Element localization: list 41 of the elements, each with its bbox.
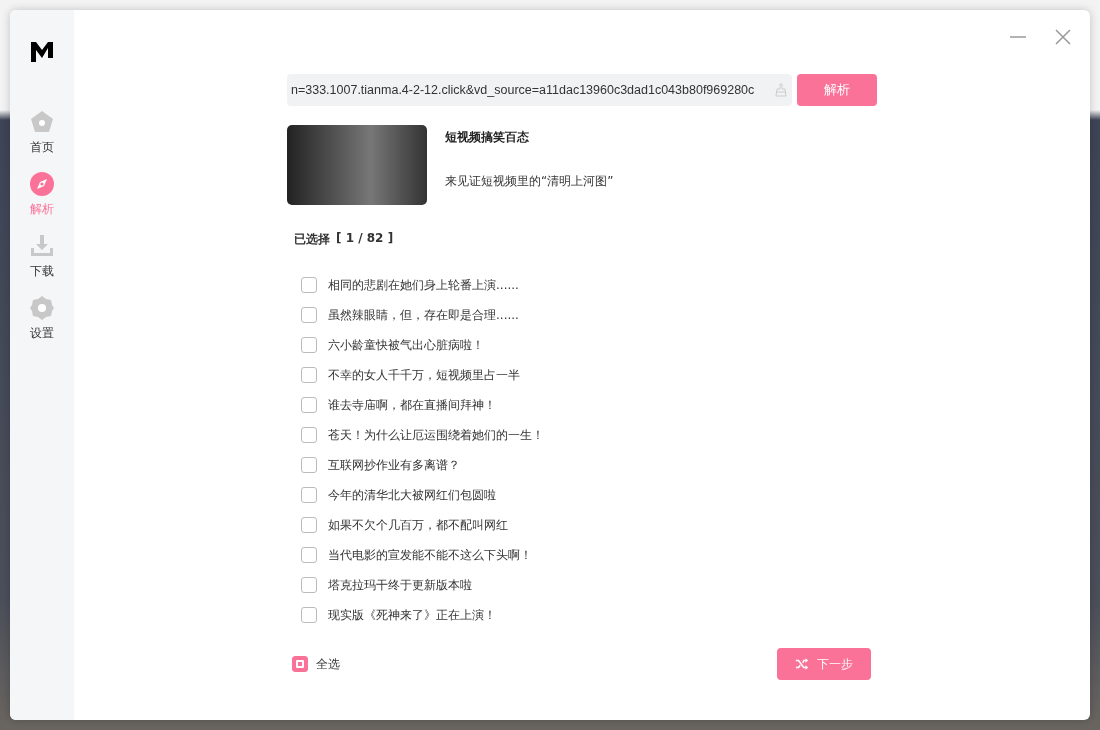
- shuffle-icon: [795, 657, 809, 671]
- episode-title: 现实版《死神来了》正在上演！: [328, 606, 496, 624]
- checkbox[interactable]: [301, 427, 317, 443]
- video-title: 短视频搞笑百态: [445, 129, 530, 146]
- video-description: 来见证短视频里的“清明上河图”: [445, 173, 614, 190]
- checkbox[interactable]: [301, 277, 317, 293]
- close-icon[interactable]: [1054, 28, 1072, 46]
- selected-count: [ 1 / 82 ]: [336, 231, 394, 247]
- episode-title: 虽然辣眼睛，但，存在即是合理......: [328, 306, 519, 324]
- sidebar-item[interactable]: 下载: [30, 234, 54, 280]
- episode-title: 互联网抄作业有多离谱？: [328, 456, 460, 474]
- pentagon-icon: [30, 110, 54, 134]
- episode-title: 如果不欠个几百万，都不配叫网红: [328, 516, 508, 534]
- broom-icon[interactable]: [774, 83, 788, 97]
- checkbox[interactable]: [301, 547, 317, 563]
- episode-title: 今年的清华北大被网红们包圆啦: [328, 486, 496, 504]
- checkbox[interactable]: [301, 607, 317, 623]
- episode-title: 当代电影的宣发能不能不这么下头啊！: [328, 546, 532, 564]
- url-field[interactable]: n=333.1007.tianma.4-2-12.click&vd_source=a11dac13960c3dad1c043b80f969280c: [287, 74, 792, 106]
- settings-icon: [30, 296, 54, 320]
- checkbox[interactable]: [301, 517, 317, 533]
- episode-title: 相同的悲剧在她们身上轮番上演......: [328, 276, 519, 294]
- download-icon: [30, 234, 54, 258]
- checkbox[interactable]: [301, 457, 317, 473]
- episode-title: 不幸的女人千千万，短视频里占一半: [328, 366, 520, 384]
- episode-title: 苍天！为什么让厄运围绕着她们的一生！: [328, 426, 544, 444]
- sidebar-item[interactable]: 首页: [30, 110, 54, 156]
- checkbox[interactable]: [301, 397, 317, 413]
- selected-label: 已选择: [294, 231, 330, 248]
- episode-title: 谁去寺庙啊，都在直播间拜神！: [328, 396, 496, 414]
- compass-icon: [30, 172, 54, 196]
- checkbox[interactable]: [301, 367, 317, 383]
- episode-title: 塔克拉玛干终于更新版本啦: [328, 576, 472, 594]
- checkbox[interactable]: [301, 487, 317, 503]
- episode-title: 六小龄童快被气出心脏病啦！: [328, 336, 484, 354]
- checkbox[interactable]: [301, 307, 317, 323]
- sidebar-item[interactable]: 设置: [30, 296, 54, 342]
- select-all-checkbox[interactable]: [292, 656, 308, 672]
- select-all-label: 全选: [316, 655, 340, 673]
- checkbox[interactable]: [301, 577, 317, 593]
- checkbox[interactable]: [301, 337, 317, 353]
